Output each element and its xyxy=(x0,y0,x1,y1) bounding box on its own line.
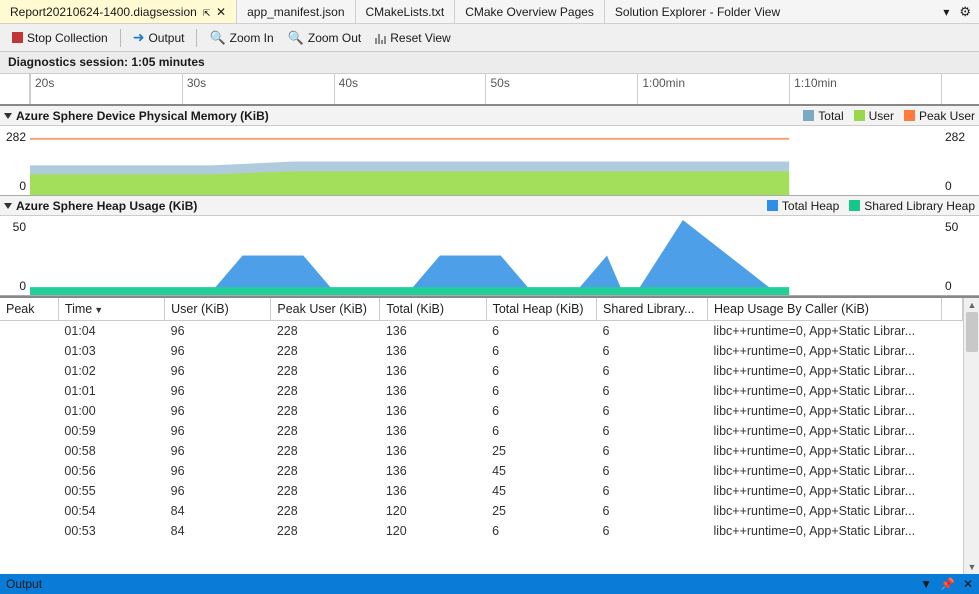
table-header-row: PeakTime▼User (KiB)Peak User (KiB)Total … xyxy=(0,298,963,321)
table-row[interactable]: 01:029622813666libc++runtime=0, App+Stat… xyxy=(0,361,963,381)
col-shared-library-[interactable]: Shared Library... xyxy=(597,298,708,321)
col-total-kib-[interactable]: Total (KiB) xyxy=(380,298,486,321)
col-heap-usage-by-caller-kib-[interactable]: Heap Usage By Caller (KiB) xyxy=(708,298,942,321)
collapse-icon[interactable] xyxy=(4,203,12,209)
timeline-tick: 20s xyxy=(30,74,182,104)
diag-toolbar: Stop Collection ➜Output 🔍Zoom In 🔍Zoom O… xyxy=(0,24,979,52)
output-icon: ➜ xyxy=(133,29,145,46)
timeline-tick: 1:00min xyxy=(637,74,789,104)
swatch-icon xyxy=(904,110,915,121)
table-row[interactable]: 00:538422812066libc++runtime=0, App+Stat… xyxy=(0,521,963,541)
separator xyxy=(120,29,121,47)
tab-label: Solution Explorer - Folder View xyxy=(615,5,780,19)
chart2-svg xyxy=(30,216,941,295)
close-icon[interactable]: ✕ xyxy=(963,577,973,591)
legend-item: Total xyxy=(803,109,843,123)
gear-icon[interactable]: ⚙ xyxy=(959,4,971,20)
scroll-up-icon[interactable]: ▲ xyxy=(964,298,979,312)
table-row[interactable]: 00:599622813666libc++runtime=0, App+Stat… xyxy=(0,421,963,441)
pin-icon[interactable]: ⇱ xyxy=(203,5,210,19)
chart2-legend: Total Heap Shared Library Heap xyxy=(767,199,975,213)
tab-app-manifest[interactable]: app_manifest.json xyxy=(237,0,355,23)
col-peak[interactable]: Peak xyxy=(0,298,58,321)
output-button[interactable]: ➜Output xyxy=(127,26,191,49)
tab-solution-explorer[interactable]: Solution Explorer - Folder View xyxy=(605,0,790,23)
stop-icon xyxy=(12,32,23,43)
col-peak-user-kib-[interactable]: Peak User (KiB) xyxy=(271,298,380,321)
vertical-scrollbar[interactable]: ▲ ▼ xyxy=(963,298,979,574)
output-label: Output xyxy=(6,577,42,591)
output-panel-header[interactable]: Output ▼ 📌 ✕ xyxy=(0,574,979,594)
tab-report-diagsession[interactable]: Report20210624-1400.diagsession ⇱ ✕ xyxy=(0,0,237,23)
table-row[interactable]: 00:5896228136256libc++runtime=0, App+Sta… xyxy=(0,441,963,461)
timeline-ruler[interactable]: 20s30s40s50s1:00min1:10min xyxy=(0,74,979,106)
table-row[interactable]: 01:049622813666libc++runtime=0, App+Stat… xyxy=(0,321,963,342)
zoom-in-icon: 🔍 xyxy=(209,30,225,46)
scroll-thumb[interactable] xyxy=(966,312,978,352)
table-body: 01:049622813666libc++runtime=0, App+Stat… xyxy=(0,321,963,542)
zoom-in-button[interactable]: 🔍Zoom In xyxy=(203,27,279,49)
data-table: PeakTime▼User (KiB)Peak User (KiB)Total … xyxy=(0,298,963,541)
timeline-tick: 50s xyxy=(485,74,637,104)
table-row[interactable]: 01:009622813666libc++runtime=0, App+Stat… xyxy=(0,401,963,421)
table-row[interactable]: 00:5484228120256libc++runtime=0, App+Sta… xyxy=(0,501,963,521)
overflow-icon[interactable]: ▾ xyxy=(943,5,949,19)
table-row[interactable]: 01:039622813666libc++runtime=0, App+Stat… xyxy=(0,341,963,361)
swatch-icon xyxy=(854,110,865,121)
reset-view-button[interactable]: Reset View xyxy=(369,28,456,48)
swatch-icon xyxy=(767,200,778,211)
zoom-out-button[interactable]: 🔍Zoom Out xyxy=(282,27,368,49)
close-icon[interactable]: ✕ xyxy=(216,5,226,19)
pin-icon[interactable]: 📌 xyxy=(940,577,955,591)
sort-desc-icon: ▼ xyxy=(94,305,103,315)
col-user-kib-[interactable]: User (KiB) xyxy=(165,298,271,321)
table-row[interactable]: 01:019622813666libc++runtime=0, App+Stat… xyxy=(0,381,963,401)
separator xyxy=(196,29,197,47)
collapse-icon[interactable] xyxy=(4,113,12,119)
tab-cmake-overview[interactable]: CMake Overview Pages xyxy=(455,0,605,23)
timeline-tick: 40s xyxy=(334,74,486,104)
timeline-tick: 30s xyxy=(182,74,334,104)
timeline-tick: 1:10min xyxy=(789,74,941,104)
table-row[interactable]: 00:5696228136456libc++runtime=0, App+Sta… xyxy=(0,461,963,481)
col-total-heap-kib-[interactable]: Total Heap (KiB) xyxy=(486,298,596,321)
legend-item: Peak User xyxy=(904,109,975,123)
zoom-out-icon: 🔍 xyxy=(288,30,304,46)
stop-collection-button[interactable]: Stop Collection xyxy=(6,28,114,48)
chart1-title: Azure Sphere Device Physical Memory (KiB… xyxy=(16,109,269,123)
chart1-legend: Total User Peak User xyxy=(803,109,975,123)
scroll-down-icon[interactable]: ▼ xyxy=(964,560,979,574)
tab-cmakelists[interactable]: CMakeLists.txt xyxy=(356,0,456,23)
chart2-header[interactable]: Azure Sphere Heap Usage (KiB) Total Heap… xyxy=(0,196,979,216)
document-tabs: Report20210624-1400.diagsession ⇱ ✕ app_… xyxy=(0,0,979,24)
chart1-area[interactable]: 2820 2820 xyxy=(0,126,979,196)
tab-label: CMakeLists.txt xyxy=(366,5,445,19)
dropdown-icon[interactable]: ▼ xyxy=(920,577,932,591)
legend-item: Shared Library Heap xyxy=(849,199,975,213)
swatch-icon xyxy=(803,110,814,121)
tab-label: CMake Overview Pages xyxy=(465,5,594,19)
chart1-svg xyxy=(30,126,941,195)
swatch-icon xyxy=(849,200,860,211)
chart2-area[interactable]: 500 500 xyxy=(0,216,979,296)
chart1-header[interactable]: Azure Sphere Device Physical Memory (KiB… xyxy=(0,106,979,126)
session-header: Diagnostics session: 1:05 minutes xyxy=(0,52,979,74)
tab-label: Report20210624-1400.diagsession xyxy=(10,5,197,19)
tab-label: app_manifest.json xyxy=(247,5,344,19)
table-row[interactable]: 00:5596228136456libc++runtime=0, App+Sta… xyxy=(0,481,963,501)
legend-item: User xyxy=(854,109,894,123)
chart2-title: Azure Sphere Heap Usage (KiB) xyxy=(16,199,197,213)
chart-icon xyxy=(375,32,386,44)
col-time[interactable]: Time▼ xyxy=(58,298,164,321)
data-table-container: PeakTime▼User (KiB)Peak User (KiB)Total … xyxy=(0,296,979,574)
legend-item: Total Heap xyxy=(767,199,839,213)
